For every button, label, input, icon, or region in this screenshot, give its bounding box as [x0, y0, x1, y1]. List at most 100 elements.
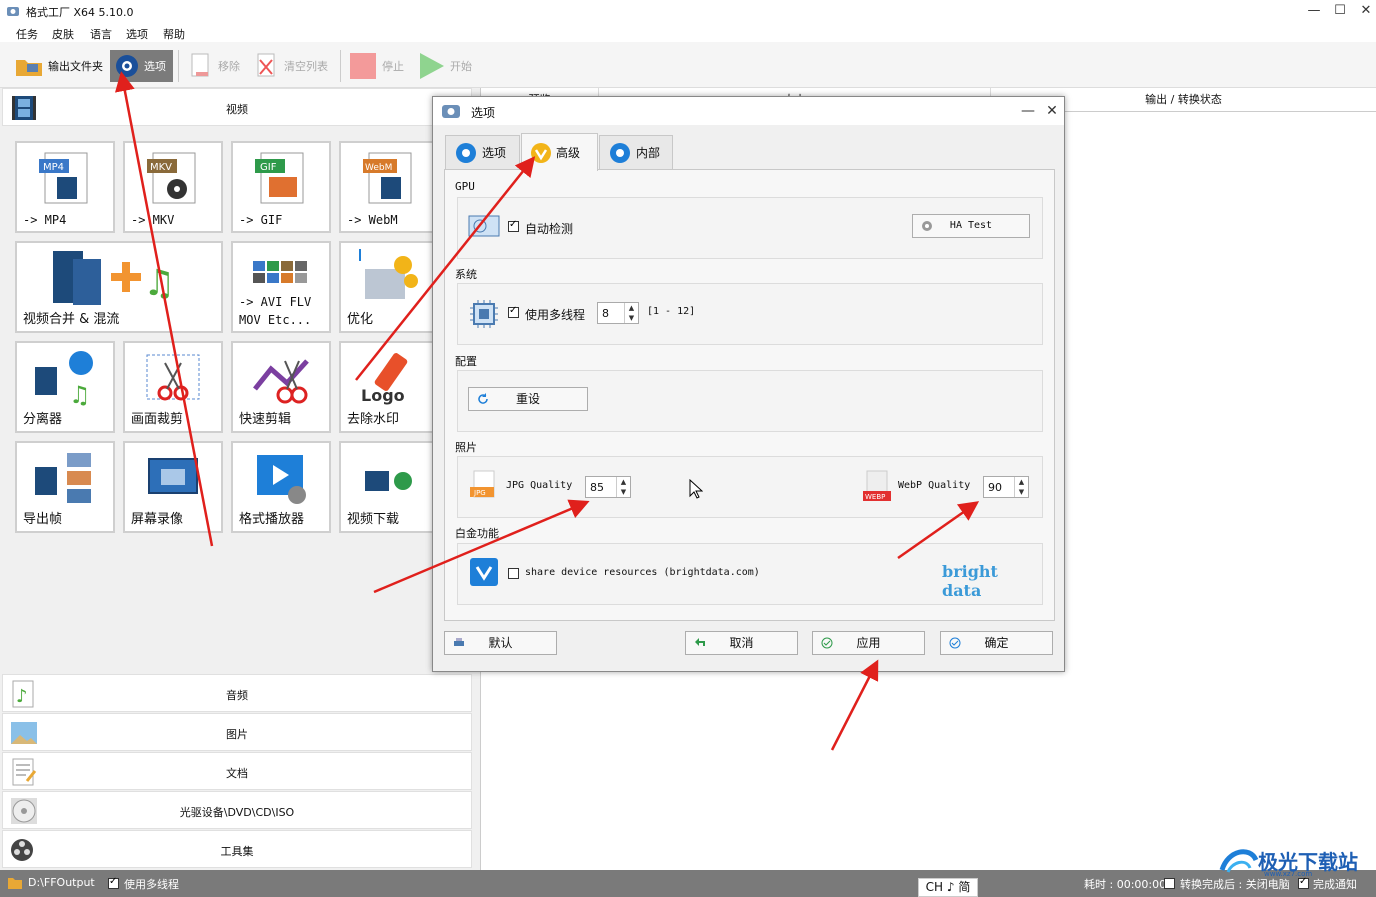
- tile-screen-record[interactable]: 屏幕录像: [123, 441, 223, 533]
- tab-options[interactable]: 选项: [445, 135, 520, 169]
- output-path[interactable]: D:\FFOutput: [28, 876, 95, 889]
- menu-language[interactable]: 语言: [90, 26, 112, 42]
- config-section-label: 配置: [455, 355, 477, 368]
- app-icon: [442, 105, 460, 118]
- menu-task[interactable]: 任务: [16, 26, 38, 42]
- stepper-arrows-icon[interactable]: ▲ ▼: [1014, 477, 1028, 497]
- remove-button[interactable]: 移除: [184, 50, 244, 82]
- auto-detect-label: 自动检测: [525, 222, 574, 236]
- ha-test-button[interactable]: HA Test: [912, 214, 1030, 238]
- tile-format-player[interactable]: 格式播放器: [231, 441, 331, 533]
- tab-advanced[interactable]: 高级: [521, 133, 598, 171]
- merge-music-icon: ♫: [53, 251, 175, 305]
- dialog-title-bar: 选项 — ✕: [433, 97, 1064, 125]
- disc-category-header[interactable]: 光驱设备\DVD\CD\ISO: [2, 791, 472, 829]
- stop-button[interactable]: 停止: [344, 50, 408, 82]
- multithread-checkbox[interactable]: [508, 305, 519, 318]
- player-icon: [257, 455, 306, 504]
- options-dialog: 选项 — ✕ 选项 高级 内部 GPU 自动检测 HA Test 系统 使用多线…: [432, 96, 1065, 672]
- gear-icon: [610, 142, 630, 163]
- image-category-header[interactable]: 图片: [2, 713, 472, 751]
- app-icon: [7, 7, 19, 16]
- stepper-arrows-icon[interactable]: ▲ ▼: [616, 477, 630, 497]
- tile-to-mkv[interactable]: MKV -> MKV: [123, 141, 223, 233]
- tile-video-download[interactable]: 视频下载: [339, 441, 439, 533]
- tile-export-frames[interactable]: 导出帧: [15, 441, 115, 533]
- gif-icon: GIF: [255, 152, 304, 204]
- platinum-section: share device resources (brightdata.com) …: [457, 543, 1043, 605]
- tile-crop[interactable]: 画面裁剪: [123, 341, 223, 433]
- status-multithread-checkbox[interactable]: [108, 876, 119, 889]
- minimize-button[interactable]: —: [1300, 2, 1328, 20]
- export-frames-icon: [35, 453, 91, 503]
- refresh-icon: [478, 393, 488, 404]
- auto-detect-checkbox[interactable]: [508, 219, 519, 232]
- tile-quick-edit[interactable]: 快速剪辑: [231, 341, 331, 433]
- dialog-close-button[interactable]: ✕: [1041, 101, 1063, 121]
- system-section: 使用多线程 8 ▲▼ [1 - 12]: [457, 283, 1043, 345]
- check-circle-icon: [821, 637, 833, 649]
- jpg-file-icon: JPG: [470, 470, 495, 498]
- ok-button[interactable]: 确定: [940, 631, 1053, 655]
- menu-help[interactable]: 帮助: [163, 26, 185, 42]
- multithread-label: 使用多线程: [525, 308, 586, 322]
- webp-quality-stepper[interactable]: 90 ▲ ▼: [983, 476, 1029, 498]
- gpu-section-label: GPU: [455, 180, 475, 193]
- share-resources-checkbox[interactable]: [508, 568, 519, 579]
- folder-icon: [8, 878, 22, 889]
- maximize-button[interactable]: ☐: [1326, 2, 1354, 20]
- tile-to-gif[interactable]: GIF -> GIF: [231, 141, 331, 233]
- tile-video-merge[interactable]: ♫ 视频合并 & 混流: [15, 241, 223, 333]
- gear-icon: [116, 55, 138, 77]
- after-done-checkbox[interactable]: [1164, 878, 1175, 889]
- audio-category-header[interactable]: ♪ 音频: [2, 674, 472, 712]
- svg-text:♫: ♫: [143, 263, 175, 304]
- eraser-logo-icon: Logo: [361, 353, 408, 405]
- tools-category-header[interactable]: 工具集: [2, 830, 472, 868]
- tile-optimize[interactable]: 优化: [339, 241, 439, 333]
- quick-edit-icon: [253, 359, 309, 404]
- video-category-header[interactable]: 视频: [2, 88, 472, 126]
- menu-skin[interactable]: 皮肤: [52, 26, 74, 42]
- close-button[interactable]: ✕: [1352, 2, 1376, 20]
- tile-to-webm[interactable]: WebM -> WebM: [339, 141, 439, 233]
- options-button[interactable]: 选项: [110, 50, 173, 82]
- folder-icon: [16, 60, 42, 76]
- svg-text:WebM: WebM: [365, 163, 392, 173]
- tile-to-mp4[interactable]: MP4 -> MP4: [15, 141, 115, 233]
- reset-button[interactable]: 重设: [468, 387, 588, 411]
- apply-button[interactable]: 应用: [812, 631, 925, 655]
- config-section: 重设: [457, 370, 1043, 432]
- printer-icon: [454, 638, 464, 646]
- webp-file-icon: WEBP: [863, 470, 891, 501]
- menu-options[interactable]: 选项: [126, 26, 148, 42]
- menu-bar: 任务 皮肤 语言 选项 帮助: [0, 22, 1376, 42]
- category-panel: 视频 MP4 -> MP4 MKV -> MKV GIF -> GIF WebM…: [0, 88, 478, 870]
- tile-to-avi-flv-mov[interactable]: -> AVI FLV MOV Etc...: [231, 241, 331, 333]
- svg-text:JPG: JPG: [473, 489, 486, 497]
- start-button[interactable]: 开始: [412, 50, 476, 82]
- cancel-button[interactable]: 取消: [685, 631, 798, 655]
- thread-range-label: [1 - 12]: [647, 306, 696, 317]
- jpg-quality-stepper[interactable]: 85 ▲ ▼: [585, 476, 631, 498]
- dialog-title: 选项: [471, 106, 496, 120]
- ime-indicator[interactable]: CH ♪ 简: [918, 878, 978, 897]
- platinum-section-label: 白金功能: [455, 527, 499, 540]
- default-button[interactable]: 默认: [444, 631, 557, 655]
- dialog-minimize-button[interactable]: —: [1017, 101, 1039, 121]
- tab-internal[interactable]: 内部: [599, 135, 673, 169]
- webm-icon: WebM: [363, 152, 412, 204]
- tile-remove-watermark[interactable]: Logo 去除水印: [339, 341, 439, 433]
- photo-section-label: 照片: [455, 441, 477, 454]
- tile-splitter[interactable]: ♫ 分离器: [15, 341, 115, 433]
- toolbar: 输出文件夹 选项 移除 清空列表 停止 开始: [0, 42, 1376, 88]
- output-folder-button[interactable]: 输出文件夹: [10, 50, 107, 82]
- title-bar: 格式工厂 X64 5.10.0 — ☐ ✕: [0, 0, 1376, 22]
- svg-text:WEBP: WEBP: [865, 493, 885, 501]
- screen-record-icon: [148, 458, 198, 494]
- svg-text:GIF: GIF: [260, 162, 277, 173]
- document-category-header[interactable]: 文档: [2, 752, 472, 790]
- clear-list-button[interactable]: 清空列表: [250, 50, 332, 82]
- thread-count-stepper[interactable]: 8 ▲ ▼: [597, 302, 639, 324]
- stepper-arrows-icon[interactable]: ▲ ▼: [624, 303, 638, 323]
